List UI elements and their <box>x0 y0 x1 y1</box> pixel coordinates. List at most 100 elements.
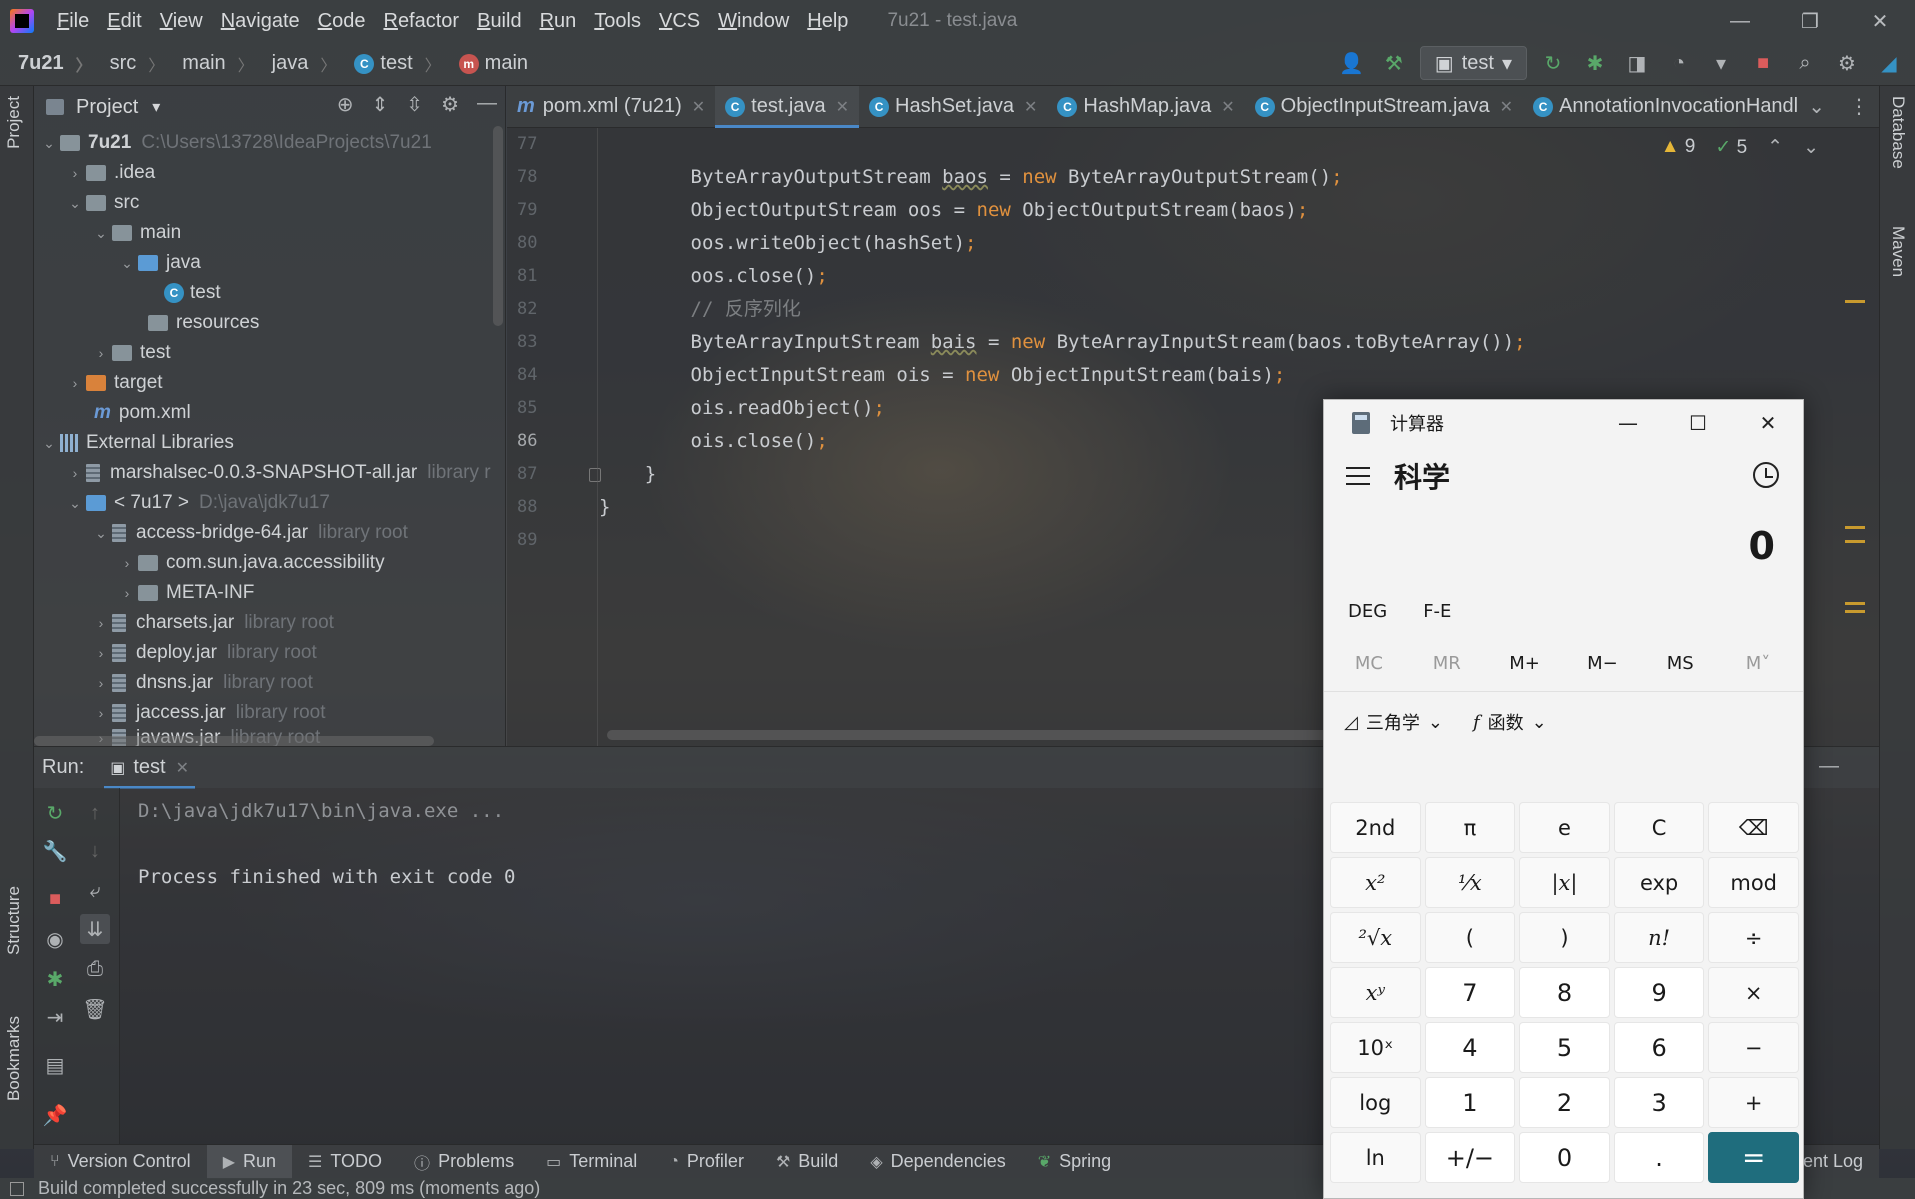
tab-test-java[interactable]: C test.java ✕ <box>715 85 860 128</box>
tree-item-meta-inf[interactable]: › META-INF <box>34 578 505 608</box>
tree-item-charsets[interactable]: › charsets.jar library root <box>34 608 505 638</box>
memory-subtract-button[interactable]: M− <box>1570 653 1634 674</box>
login-icon[interactable]: ⇥ <box>40 1002 70 1032</box>
key-ten-power[interactable]: 10ˣ <box>1330 1022 1421 1073</box>
key-open-paren[interactable]: ( <box>1424 912 1516 963</box>
menu-file[interactable]: File <box>48 10 98 33</box>
error-stripe-marker[interactable] <box>1845 602 1865 605</box>
tab-hashset-java[interactable]: C HashSet.java ✕ <box>859 86 1047 128</box>
chevron-down-icon[interactable]: ⌄ <box>90 225 112 242</box>
menu-view[interactable]: View <box>151 10 212 33</box>
close-icon[interactable]: ✕ <box>1733 400 1803 446</box>
key-decimal[interactable]: . <box>1613 1132 1705 1183</box>
key-square[interactable]: x² <box>1330 857 1421 908</box>
close-icon[interactable]: ✕ <box>1221 97 1234 117</box>
error-stripe-marker[interactable] <box>1845 610 1865 613</box>
tree-item-resources[interactable]: resources <box>34 308 505 338</box>
search-icon[interactable]: ⌕ <box>1789 46 1821 80</box>
menu-help[interactable]: Help <box>798 10 857 33</box>
chevron-right-icon[interactable]: › <box>64 165 86 181</box>
chevron-down-icon[interactable]: ⌄ <box>64 495 86 512</box>
memory-list-button[interactable]: M˅ <box>1726 653 1790 674</box>
layout-icon[interactable]: ▤ <box>40 1050 70 1080</box>
key-1[interactable]: 1 <box>1424 1077 1516 1128</box>
menu-run[interactable]: Run <box>531 10 586 33</box>
tree-item-dnsns[interactable]: › dnsns.jar library root <box>34 668 505 698</box>
soft-wrap-icon[interactable]: ⤶ <box>80 876 110 906</box>
chevron-right-icon[interactable]: › <box>90 345 112 361</box>
bookmarks-tool-tab[interactable]: Bookmarks <box>4 1016 24 1101</box>
close-icon[interactable]: ✕ <box>1845 0 1915 42</box>
key-second[interactable]: 2nd <box>1330 802 1421 853</box>
chevron-right-icon[interactable]: › <box>116 555 138 571</box>
key-3[interactable]: 3 <box>1613 1077 1705 1128</box>
key-8[interactable]: 8 <box>1519 967 1610 1018</box>
hide-icon[interactable]: — <box>1819 755 1839 780</box>
tool-build[interactable]: ⚒ Build <box>760 1151 854 1172</box>
tree-item-accessibility-package[interactable]: › com.sun.java.accessibility <box>34 548 505 578</box>
tree-item-jaccess[interactable]: › jaccess.jar library root <box>34 698 505 728</box>
key-e[interactable]: e <box>1519 802 1610 853</box>
tree-item-jdk[interactable]: ⌄ < 7u17 > D:\java\jdk7u17 <box>34 488 505 518</box>
debug-icon[interactable]: ✱ <box>40 964 70 994</box>
collapse-all-icon[interactable]: ⇳ <box>406 92 423 117</box>
chevron-right-icon[interactable]: › <box>116 585 138 601</box>
tree-item-test-folder[interactable]: › test <box>34 338 505 368</box>
key-clear[interactable]: C <box>1613 802 1705 853</box>
close-icon[interactable]: ✕ <box>176 758 189 778</box>
key-mod[interactable]: mod <box>1708 857 1799 908</box>
close-icon[interactable]: ✕ <box>692 97 705 117</box>
key-multiply[interactable]: × <box>1708 967 1799 1018</box>
chevron-right-icon[interactable]: › <box>90 705 112 721</box>
memory-store-button[interactable]: MS <box>1648 653 1712 674</box>
key-factorial[interactable]: n! <box>1613 912 1705 963</box>
chevron-down-icon[interactable]: ⌄ <box>116 255 138 272</box>
chevron-down-icon[interactable]: ⌄ <box>1808 94 1825 119</box>
tree-item-test-class[interactable]: C test <box>34 278 505 308</box>
locate-icon[interactable]: ⊕ <box>337 92 354 117</box>
tool-run[interactable]: ▶ Run <box>206 1144 293 1179</box>
maven-tool-tab[interactable]: Maven <box>1888 226 1908 277</box>
camera-icon[interactable]: ◉ <box>40 924 70 954</box>
key-6[interactable]: 6 <box>1613 1022 1705 1073</box>
more-vertical-icon[interactable]: ⋮ <box>1849 94 1869 119</box>
key-ln[interactable]: ln <box>1330 1132 1421 1183</box>
menu-vcs[interactable]: VCS <box>650 10 709 33</box>
close-icon[interactable]: ✕ <box>1024 97 1037 117</box>
hamburger-menu-icon[interactable] <box>1346 467 1370 485</box>
menu-code[interactable]: Code <box>309 10 375 33</box>
breadcrumb-method[interactable]: m main <box>441 52 528 75</box>
hide-icon[interactable]: — <box>477 92 497 117</box>
stop-icon[interactable]: ■ <box>1747 46 1779 80</box>
key-5[interactable]: 5 <box>1519 1022 1610 1073</box>
pin-icon[interactable]: 📌 <box>40 1100 70 1130</box>
panel-title[interactable]: Project <box>76 96 138 119</box>
key-pi[interactable]: π <box>1424 802 1516 853</box>
tool-dependencies[interactable]: ◈ Dependencies <box>854 1151 1021 1172</box>
settings-gear-icon[interactable]: ⚙ <box>1831 46 1863 80</box>
chevron-down-icon[interactable]: ▾ <box>152 97 160 117</box>
tab-objectinputstream-java[interactable]: C ObjectInputStream.java ✕ <box>1245 86 1523 128</box>
menu-navigate[interactable]: Navigate <box>212 10 309 33</box>
coverage-icon[interactable]: ◨ <box>1621 46 1653 80</box>
arrow-up-icon[interactable]: ↑ <box>80 798 110 828</box>
chevron-up-icon[interactable]: ⌃ <box>1767 136 1783 159</box>
chevron-right-icon[interactable]: › <box>64 375 86 391</box>
chevron-down-icon[interactable]: ⌄ <box>1803 136 1819 159</box>
scroll-to-end-icon[interactable]: ⇊ <box>80 914 110 944</box>
menu-build[interactable]: Build <box>468 10 530 33</box>
memory-recall-button[interactable]: MR <box>1415 653 1479 674</box>
chevron-down-icon[interactable]: ⌄ <box>38 435 60 452</box>
user-icon[interactable]: 👤 <box>1336 46 1368 80</box>
chevron-right-icon[interactable]: › <box>90 675 112 691</box>
key-backspace[interactable]: ⌫ <box>1708 802 1799 853</box>
stop-icon[interactable]: ■ <box>40 884 70 914</box>
print-icon[interactable]: ⎙ <box>80 954 110 984</box>
key-absolute[interactable]: |x| <box>1519 857 1610 908</box>
breadcrumb-project[interactable]: 7u21 〉 <box>0 52 92 76</box>
tab-pom-xml[interactable]: m pom.xml (7u21) ✕ <box>507 86 715 128</box>
tree-item-external-libraries[interactable]: ⌄ External Libraries <box>34 428 505 458</box>
key-equals[interactable]: = <box>1708 1132 1799 1183</box>
minimize-icon[interactable]: — <box>1593 400 1663 446</box>
arrow-down-icon[interactable]: ↓ <box>80 836 110 866</box>
